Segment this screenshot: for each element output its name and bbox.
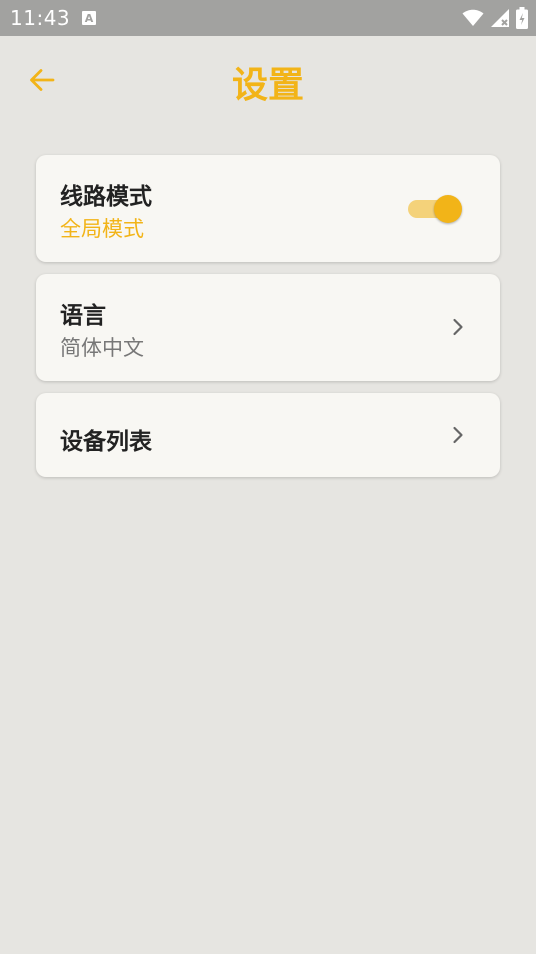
- setting-title: 线路模式: [60, 184, 152, 210]
- route-mode-toggle[interactable]: [408, 195, 462, 223]
- setting-value: 简体中文: [60, 336, 144, 360]
- setting-title: 设备列表: [60, 429, 152, 455]
- battery-icon: [516, 7, 528, 29]
- toggle-thumb: [434, 195, 462, 223]
- chevron-right-icon: [448, 317, 468, 337]
- setting-item-device-list[interactable]: 设备列表: [36, 393, 500, 477]
- status-icons: [462, 6, 528, 30]
- app-bar: 设置: [0, 36, 536, 126]
- notification-a-icon: A: [82, 11, 96, 25]
- page-title: 设置: [231, 65, 304, 106]
- setting-item-language[interactable]: 语言 简体中文: [36, 274, 500, 381]
- setting-value: 全局模式: [60, 217, 144, 241]
- status-bar: 11:43 A: [0, 0, 536, 36]
- setting-item-route-mode[interactable]: 线路模式 全局模式: [36, 155, 500, 262]
- setting-title: 语言: [60, 303, 106, 329]
- signal-icon: [491, 9, 509, 27]
- status-time: 11:43: [10, 6, 71, 30]
- chevron-right-icon: [448, 425, 468, 445]
- wifi-icon: [462, 9, 484, 26]
